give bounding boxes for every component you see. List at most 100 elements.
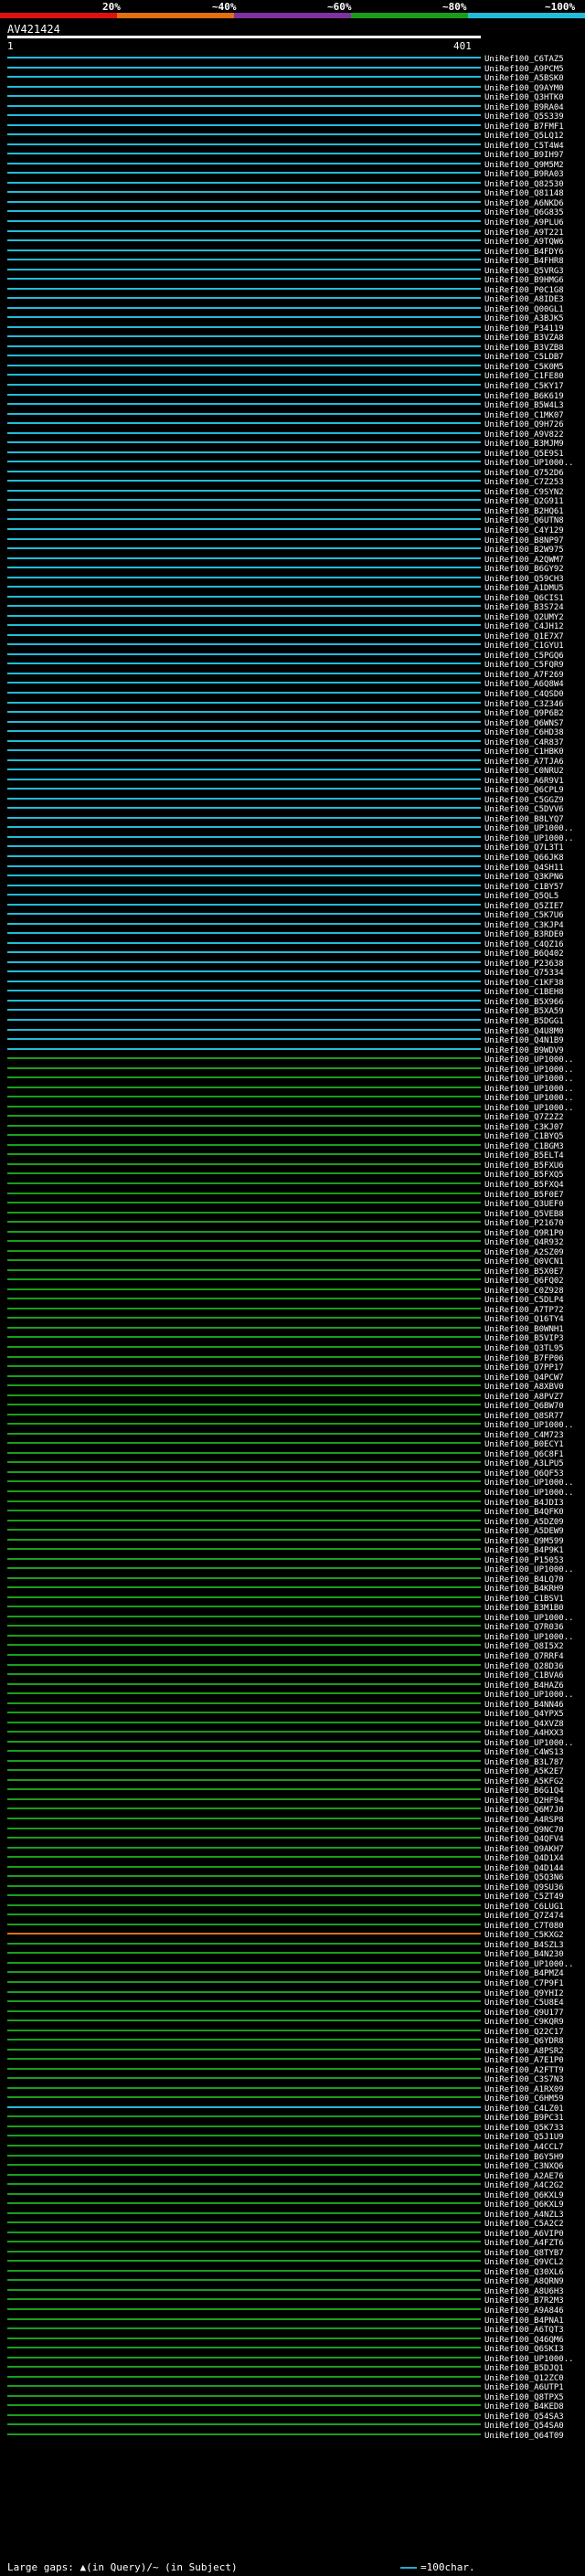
- hit-id-link[interactable]: UniRef100_Q7Z474: [484, 1912, 564, 1921]
- hit-bar[interactable]: [7, 1741, 481, 1743]
- hit-id-link[interactable]: UniRef100_C6HM59: [484, 2094, 564, 2104]
- hit-id-link[interactable]: UniRef100_Q3KPN6: [484, 873, 564, 882]
- hit-bar[interactable]: [7, 1461, 481, 1463]
- hit-bar[interactable]: [7, 1163, 481, 1165]
- hit-bar[interactable]: [7, 1760, 481, 1762]
- hit-bar[interactable]: [7, 538, 481, 540]
- hit-id-link[interactable]: UniRef100_Q64T09: [484, 2432, 564, 2441]
- hit-id-link[interactable]: UniRef100_A5BSK0: [484, 74, 564, 83]
- hit-id-link[interactable]: UniRef100_Q12ZC0: [484, 2374, 564, 2383]
- hit-id-link[interactable]: UniRef100_A5K2E7: [484, 1767, 564, 1776]
- hit-id-link[interactable]: UniRef100_UP1000..: [484, 1055, 574, 1065]
- hit-bar[interactable]: [7, 76, 481, 78]
- hit-id-link[interactable]: UniRef100_B4PNA1: [484, 2316, 564, 2326]
- hit-id-link[interactable]: UniRef100_A7F269: [484, 671, 564, 680]
- hit-id-link[interactable]: UniRef100_Q4XVZ8: [484, 1720, 564, 1729]
- hit-bar[interactable]: [7, 1490, 481, 1492]
- hit-bar[interactable]: [7, 1606, 481, 1607]
- hit-id-link[interactable]: UniRef100_B5XA59: [484, 1007, 564, 1016]
- hit-id-link[interactable]: UniRef100_Q5K733: [484, 2124, 564, 2133]
- hit-id-link[interactable]: UniRef100_UP1000..: [484, 1075, 574, 1084]
- hit-bar[interactable]: [7, 2174, 481, 2176]
- hit-bar[interactable]: [7, 1807, 481, 1809]
- hit-bar[interactable]: [7, 1539, 481, 1541]
- hit-bar[interactable]: [7, 153, 481, 154]
- hit-bar[interactable]: [7, 1952, 481, 1954]
- hit-id-link[interactable]: UniRef100_UP1000..: [484, 1421, 574, 1430]
- hit-id-link[interactable]: UniRef100_C6TAZ5: [484, 55, 564, 64]
- hit-bar[interactable]: [7, 923, 481, 925]
- hit-id-link[interactable]: UniRef100_C3Z346: [484, 700, 564, 709]
- hit-id-link[interactable]: UniRef100_Q4SH11: [484, 864, 564, 873]
- hit-bar[interactable]: [7, 1943, 481, 1945]
- hit-id-link[interactable]: UniRef100_B5FXQ5: [484, 1171, 564, 1180]
- hit-bar[interactable]: [7, 567, 481, 568]
- hit-id-link[interactable]: UniRef100_Q7L3T1: [484, 843, 564, 853]
- hit-bar[interactable]: [7, 1520, 481, 1521]
- hit-bar[interactable]: [7, 1586, 481, 1588]
- hit-bar[interactable]: [7, 586, 481, 588]
- hit-bar[interactable]: [7, 2077, 481, 2079]
- hit-id-link[interactable]: UniRef100_A5KFG2: [484, 1777, 564, 1786]
- hit-id-link[interactable]: UniRef100_A4FZT6: [484, 2239, 564, 2248]
- hit-id-link[interactable]: UniRef100_Q6CIS1: [484, 594, 564, 603]
- hit-bar[interactable]: [7, 2010, 481, 2012]
- hit-bar[interactable]: [7, 239, 481, 241]
- hit-bar[interactable]: [7, 1731, 481, 1733]
- hit-bar[interactable]: [7, 798, 481, 800]
- hit-bar[interactable]: [7, 374, 481, 376]
- hit-id-link[interactable]: UniRef100_C5KY17: [484, 382, 564, 391]
- hit-id-link[interactable]: UniRef100_P0C1G8: [484, 286, 564, 295]
- hit-bar[interactable]: [7, 2068, 481, 2070]
- hit-id-link[interactable]: UniRef100_Q9AKH7: [484, 1845, 564, 1854]
- hit-id-link[interactable]: UniRef100_C3KJ07: [484, 1123, 564, 1132]
- hit-bar[interactable]: [7, 721, 481, 723]
- hit-bar[interactable]: [7, 596, 481, 598]
- hit-id-link[interactable]: UniRef100_C5KXG2: [484, 1931, 564, 1940]
- hit-id-link[interactable]: UniRef100_B3RDE0: [484, 930, 564, 939]
- hit-bar[interactable]: [7, 1529, 481, 1531]
- hit-bar[interactable]: [7, 269, 481, 270]
- hit-bar[interactable]: [7, 769, 481, 770]
- hit-id-link[interactable]: UniRef100_Q6UTN8: [484, 516, 564, 525]
- hit-bar[interactable]: [7, 2385, 481, 2387]
- hit-bar[interactable]: [7, 1510, 481, 1511]
- hit-bar[interactable]: [7, 1913, 481, 1915]
- hit-bar[interactable]: [7, 2135, 481, 2136]
- hit-bar[interactable]: [7, 913, 481, 915]
- hit-bar[interactable]: [7, 1057, 481, 1059]
- hit-bar[interactable]: [7, 1480, 481, 1482]
- hit-id-link[interactable]: UniRef100_B3VZB8: [484, 344, 564, 353]
- hit-bar[interactable]: [7, 951, 481, 953]
- hit-bar[interactable]: [7, 403, 481, 405]
- hit-bar[interactable]: [7, 702, 481, 704]
- hit-bar[interactable]: [7, 1971, 481, 1973]
- hit-bar[interactable]: [7, 577, 481, 578]
- hit-bar[interactable]: [7, 1394, 481, 1396]
- hit-id-link[interactable]: UniRef100_C5U8E4: [484, 1998, 564, 2008]
- hit-bar[interactable]: [7, 2298, 481, 2300]
- hit-id-link[interactable]: UniRef100_Q4R932: [484, 1238, 564, 1247]
- hit-id-link[interactable]: UniRef100_A6VIP0: [484, 2230, 564, 2239]
- hit-id-link[interactable]: UniRef100_B5VIP3: [484, 1334, 564, 1343]
- hit-id-link[interactable]: UniRef100_C4QSD0: [484, 690, 564, 699]
- hit-id-link[interactable]: UniRef100_A1RX09: [484, 2085, 564, 2094]
- hit-bar[interactable]: [7, 1847, 481, 1849]
- hit-id-link[interactable]: UniRef100_Q9SU36: [484, 1883, 564, 1892]
- hit-id-link[interactable]: UniRef100_B6GY92: [484, 565, 564, 574]
- hit-id-link[interactable]: UniRef100_Q7Z2Z2: [484, 1113, 564, 1122]
- hit-bar[interactable]: [7, 2376, 481, 2378]
- hit-id-link[interactable]: UniRef100_C5PGQ6: [484, 652, 564, 661]
- hit-bar[interactable]: [7, 2000, 481, 2002]
- hit-bar[interactable]: [7, 191, 481, 193]
- hit-id-link[interactable]: UniRef100_C5ZT49: [484, 1892, 564, 1902]
- hit-bar[interactable]: [7, 1702, 481, 1704]
- hit-id-link[interactable]: UniRef100_A6UTP1: [484, 2383, 564, 2392]
- hit-id-link[interactable]: UniRef100_Q6BW70: [484, 1402, 564, 1411]
- hit-id-link[interactable]: UniRef100_UP1000..: [484, 1104, 574, 1113]
- hit-bar[interactable]: [7, 1231, 481, 1233]
- hit-bar[interactable]: [7, 970, 481, 972]
- hit-bar[interactable]: [7, 499, 481, 501]
- hit-id-link[interactable]: UniRef100_Q54SA3: [484, 2412, 564, 2422]
- hit-bar[interactable]: [7, 114, 481, 116]
